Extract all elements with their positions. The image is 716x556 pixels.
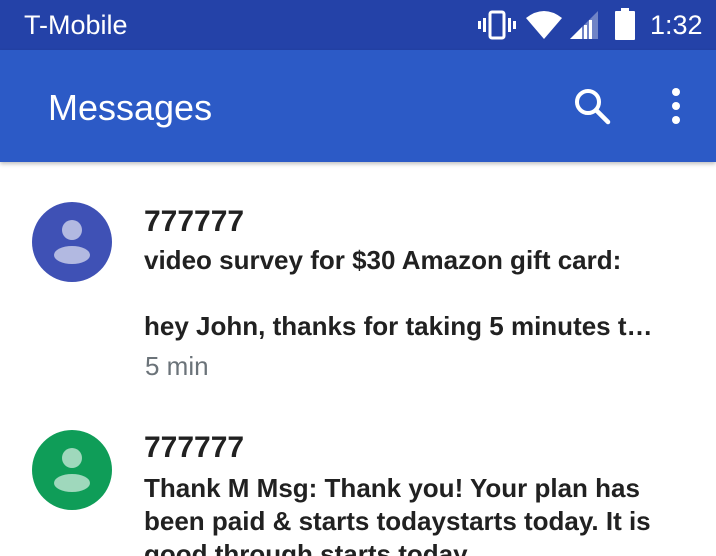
more-options-button[interactable] [652,82,700,130]
avatar [32,202,112,282]
search-icon [575,89,611,125]
vibrate-icon [478,10,516,40]
conversation-item[interactable]: 777777 Thank M Msg: Thank you! Your plan… [0,390,716,556]
battery-icon [615,8,635,40]
status-bar: T-Mobile 1:32 [0,0,716,50]
app-bar: Messages [0,50,716,162]
wifi-icon [526,11,562,39]
sender-name: 777777 [144,431,245,464]
conversation-item[interactable]: 777777 video survey for $30 Amazon gift … [0,162,716,390]
clock: 1:32 [650,10,703,40]
message-snippet: Thank M Msg: Thank you! Your plan has be… [144,473,651,556]
sender-name: 777777 [144,205,245,238]
status-icons [0,0,716,50]
message-time: 5 min [145,351,209,381]
person-icon [54,448,90,492]
page-title: Messages [48,87,213,128]
cell-signal-icon [570,11,598,39]
message-snippet: video survey for $30 Amazon gift card: h… [144,245,653,341]
person-icon [54,220,90,264]
avatar [32,430,112,510]
more-vert-icon [672,88,680,124]
search-button[interactable] [568,82,616,130]
